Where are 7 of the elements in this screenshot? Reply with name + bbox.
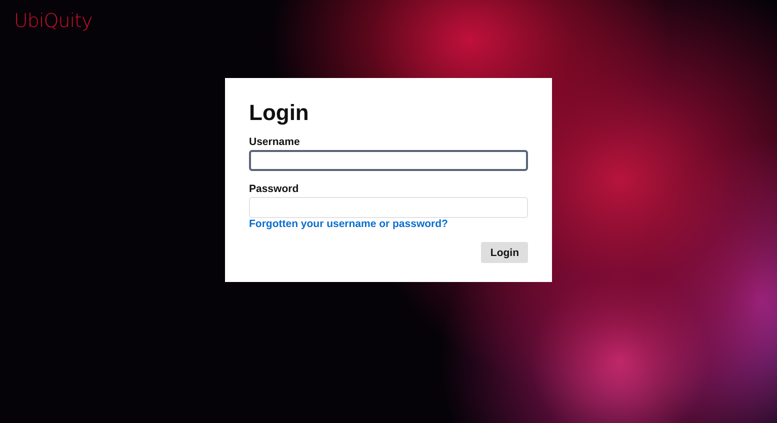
forgot-link[interactable]: Forgotten your username or password? [249, 218, 448, 230]
input-field[interactable] [249, 150, 528, 171]
field-label: Password [249, 183, 299, 195]
logo: UbiQuity [14, 10, 92, 32]
login-title: Login [249, 100, 309, 126]
field-label: Username [249, 136, 300, 148]
login-button[interactable]: Login [481, 242, 528, 263]
